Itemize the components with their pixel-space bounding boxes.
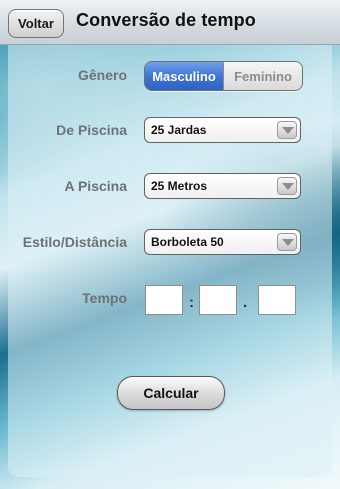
tempo-label: Tempo [82, 290, 127, 306]
page-title: Conversão de tempo [76, 10, 256, 30]
segment-feminino[interactable]: Feminino [223, 62, 302, 90]
a-piscina-value: 25 Metros [151, 179, 208, 193]
tempo-separator-dot: . [243, 294, 248, 311]
segment-masculino[interactable]: Masculino [145, 62, 223, 90]
chevron-down-icon[interactable] [277, 233, 297, 251]
tempo-hundredths-input[interactable] [258, 285, 296, 315]
de-piscina-select[interactable]: 25 Jardas [144, 117, 301, 143]
genero-label: Gênero [77, 67, 127, 83]
estilo-distancia-label: Estilo/Distância [22, 234, 127, 250]
genero-segmented-control[interactable]: Masculino Feminino [144, 61, 303, 91]
a-piscina-select[interactable]: 25 Metros [144, 173, 301, 199]
back-button[interactable]: Voltar [8, 9, 64, 38]
estilo-distancia-value: Borboleta 50 [151, 235, 224, 249]
navigation-bar: Voltar Conversão de tempo [0, 0, 340, 45]
form-panel [8, 45, 332, 477]
tempo-separator-colon: : [189, 294, 194, 311]
de-piscina-label: De Piscina [56, 122, 127, 138]
tempo-seconds-input[interactable] [199, 285, 237, 315]
de-piscina-value: 25 Jardas [151, 123, 207, 137]
chevron-down-icon[interactable] [277, 121, 297, 139]
tempo-minutes-input[interactable] [145, 285, 183, 315]
estilo-distancia-select[interactable]: Borboleta 50 [144, 229, 301, 255]
calcular-button[interactable]: Calcular [117, 376, 225, 410]
chevron-down-icon[interactable] [277, 177, 297, 195]
a-piscina-label: A Piscina [64, 178, 127, 194]
